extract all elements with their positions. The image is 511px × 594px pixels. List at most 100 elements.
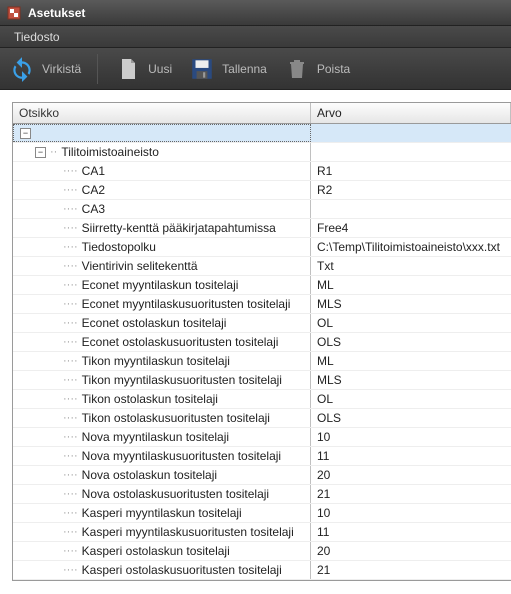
save-button[interactable]: Tallenna xyxy=(188,55,267,83)
setting-value[interactable]: 20 xyxy=(311,466,511,484)
tree-connector-icon: ···· xyxy=(63,242,78,253)
setting-name: Kasperi myyntilaskun tositelaji xyxy=(82,506,242,520)
tree-connector-icon: ···· xyxy=(63,527,78,538)
setting-name: Siirretty-kenttä pääkirjatapahtumissa xyxy=(82,221,276,235)
tree-connector-icon: ···· xyxy=(63,432,78,443)
refresh-label: Virkistä xyxy=(42,62,81,76)
tree-leaf-row[interactable]: ····Kasperi ostolaskun tositelaji20 xyxy=(13,542,511,561)
window-title: Asetukset xyxy=(28,6,85,20)
tree-connector-icon: ···· xyxy=(63,299,78,310)
setting-name: Vientirivin selitekenttä xyxy=(82,259,198,273)
tree-leaf-row[interactable]: ···· Tikon ostolaskun tositelaji OL xyxy=(13,390,511,409)
tree-connector-icon: ···· xyxy=(63,489,78,500)
tree-connector-icon: ···· xyxy=(63,261,78,272)
save-icon xyxy=(188,55,216,83)
tree-connector-icon: ···· xyxy=(63,166,78,177)
tree-root-row[interactable]: − xyxy=(13,124,511,143)
setting-name: Econet myyntilaskun tositelaji xyxy=(82,278,239,292)
delete-button[interactable]: Poista xyxy=(283,55,350,83)
tree-leaf-row[interactable]: ····TiedostopolkuC:\Temp\Tilitoimistoain… xyxy=(13,238,511,257)
collapse-icon[interactable]: − xyxy=(20,128,31,139)
setting-value[interactable]: OL xyxy=(311,390,511,408)
setting-name: Kasperi ostolaskun tositelaji xyxy=(82,544,230,558)
setting-name: CA3 xyxy=(82,202,105,216)
tree-connector-icon: ···· xyxy=(63,565,78,576)
tree-leaf-row[interactable]: ···· Vientirivin selitekenttä Txt xyxy=(13,257,511,276)
tree-group-row[interactable]: − ·· Tilitoimistoaineisto xyxy=(13,143,511,162)
settings-grid[interactable]: Otsikko Arvo − − ·· Tilitoimistoaineisto xyxy=(12,102,511,581)
setting-value[interactable]: 11 xyxy=(311,523,511,541)
setting-name: CA1 xyxy=(82,164,105,178)
setting-value[interactable]: 10 xyxy=(311,428,511,446)
setting-name: Nova myyntilaskusuoritusten tositelaji xyxy=(82,449,281,463)
tree-leaf-row[interactable]: ····Tikon ostolaskusuoritusten tositelaj… xyxy=(13,409,511,428)
title-bar: Asetukset xyxy=(0,0,511,26)
new-label: Uusi xyxy=(148,62,172,76)
setting-value[interactable]: MLS xyxy=(311,295,511,313)
tree-leaf-row[interactable]: ····Econet ostolaskun tositelajiOL xyxy=(13,314,511,333)
tree-connector-icon: ···· xyxy=(63,223,78,234)
tree-leaf-row[interactable]: ···· CA2 R2 xyxy=(13,181,511,200)
setting-value[interactable]: Txt xyxy=(311,257,511,275)
toolbar-separator xyxy=(97,54,98,84)
tree-leaf-row[interactable]: ····Econet ostolaskusuoritusten tositela… xyxy=(13,333,511,352)
tree-connector-icon: ·· xyxy=(50,147,57,158)
column-header-value[interactable]: Arvo xyxy=(311,103,511,123)
tree-leaf-row[interactable]: ···· Kasperi myyntilaskun tositelaji 10 xyxy=(13,504,511,523)
setting-name: Kasperi ostolaskusuoritusten tositelaji xyxy=(82,563,282,577)
setting-value[interactable]: OLS xyxy=(311,333,511,351)
setting-name: Tikon ostolaskun tositelaji xyxy=(82,392,218,406)
tree-leaf-row[interactable]: ····Kasperi myyntilaskusuoritusten tosit… xyxy=(13,523,511,542)
setting-value[interactable]: C:\Temp\Tilitoimistoaineisto\xxx.txt xyxy=(311,238,511,256)
setting-value[interactable]: 20 xyxy=(311,542,511,560)
setting-value[interactable]: R2 xyxy=(311,181,511,199)
setting-value[interactable]: OL xyxy=(311,314,511,332)
grid-header: Otsikko Arvo xyxy=(13,103,511,124)
setting-value[interactable]: ML xyxy=(311,276,511,294)
tree-leaf-row[interactable]: ····CA3 xyxy=(13,200,511,219)
tree-connector-icon: ···· xyxy=(63,470,78,481)
tree-leaf-row[interactable]: ···· CA1 R1 xyxy=(13,162,511,181)
collapse-icon[interactable]: − xyxy=(35,147,46,158)
save-label: Tallenna xyxy=(222,62,267,76)
setting-value[interactable]: 21 xyxy=(311,485,511,503)
setting-name: CA2 xyxy=(82,183,105,197)
content-area: Otsikko Arvo − − ·· Tilitoimistoaineisto xyxy=(0,90,511,594)
setting-value[interactable]: MLS xyxy=(311,371,511,389)
setting-value[interactable]: ML xyxy=(311,352,511,370)
new-file-icon xyxy=(114,55,142,83)
refresh-button[interactable]: Virkistä xyxy=(8,55,81,83)
tree-connector-icon: ···· xyxy=(63,451,78,462)
refresh-icon xyxy=(8,55,36,83)
setting-name: Nova ostolaskusuoritusten tositelaji xyxy=(82,487,269,501)
tree-leaf-row[interactable]: ····Econet myyntilaskun tositelajiML xyxy=(13,276,511,295)
setting-value[interactable] xyxy=(311,200,511,218)
tree-leaf-row[interactable]: ····Tikon myyntilaskun tositelajiML xyxy=(13,352,511,371)
setting-value[interactable]: 11 xyxy=(311,447,511,465)
tree-connector-icon: ···· xyxy=(63,508,78,519)
tree-connector-icon: ···· xyxy=(63,337,78,348)
tree-leaf-row[interactable]: ···· Nova myyntilaskusuoritusten tositela… xyxy=(13,447,511,466)
setting-name: Tikon ostolaskusuoritusten tositelaji xyxy=(82,411,270,425)
tree-connector-icon: ···· xyxy=(63,394,78,405)
column-header-name[interactable]: Otsikko xyxy=(13,103,311,123)
menu-bar: Tiedosto xyxy=(0,26,511,48)
setting-value[interactable]: Free4 xyxy=(311,219,511,237)
new-button[interactable]: Uusi xyxy=(114,55,172,83)
tree-leaf-row[interactable]: ···· Kasperi ostolaskusuoritusten tositel… xyxy=(13,561,511,580)
tree-leaf-row[interactable]: ···· Siirretty-kenttä pääkirjatapahtumiss… xyxy=(13,219,511,238)
tree-leaf-row[interactable]: ···· Nova ostolaskusuoritusten tositelaji… xyxy=(13,485,511,504)
tree-leaf-row[interactable]: ····Econet myyntilaskusuoritusten tosite… xyxy=(13,295,511,314)
menu-file[interactable]: Tiedosto xyxy=(6,28,68,46)
setting-value[interactable]: 21 xyxy=(311,561,511,579)
tree-leaf-row[interactable]: ···· Nova ostolaskun tositelaji 20 xyxy=(13,466,511,485)
tree-leaf-row[interactable]: ····Tikon myyntilaskusuoritusten tositel… xyxy=(13,371,511,390)
setting-name: Nova ostolaskun tositelaji xyxy=(82,468,217,482)
setting-value[interactable]: 10 xyxy=(311,504,511,522)
tree-leaf-row[interactable]: ····Nova myyntilaskun tositelaji10 xyxy=(13,428,511,447)
tree-connector-icon: ···· xyxy=(63,185,78,196)
setting-value[interactable]: R1 xyxy=(311,162,511,180)
setting-name: Econet ostolaskun tositelaji xyxy=(82,316,227,330)
setting-value[interactable]: OLS xyxy=(311,409,511,427)
delete-label: Poista xyxy=(317,62,350,76)
